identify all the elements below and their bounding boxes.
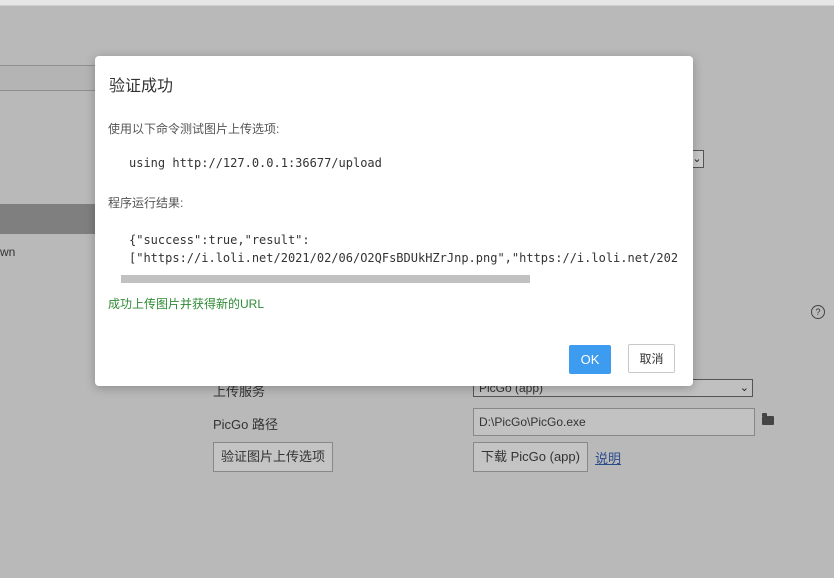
help-link: 说明 (595, 451, 622, 466)
dialog-title: 验证成功 (109, 78, 174, 95)
background-nav-bar (0, 204, 96, 234)
help-icon: ? (811, 305, 825, 319)
result-line: ["https://i.loli.net/2021/02/06/O2QFsBDU… (129, 251, 679, 265)
picgo-path-input: D:\PicGo\PicGo.exe (473, 408, 755, 436)
result-label: 程序运行结果: (108, 196, 184, 210)
download-picgo-button: 下载 PicGo (app) (473, 442, 588, 472)
success-message: 成功上传图片并获得新的URL (108, 297, 265, 311)
cancel-button[interactable]: 取消 (628, 344, 675, 373)
picgo-path-label: PicGo 路径 (213, 417, 279, 432)
ok-button[interactable]: OK (569, 345, 611, 374)
result-line: {"success":true,"result": (129, 233, 310, 247)
top-border (0, 0, 834, 6)
result-output[interactable]: {"success":true,"result": ["https://i.lo… (129, 231, 679, 267)
folder-icon (762, 413, 774, 425)
verify-upload-button: 验证图片上传选项 (213, 442, 333, 472)
chevron-down-icon: ⌄ (739, 382, 749, 394)
test-command: using http://127.0.0.1:36677/upload (129, 156, 382, 170)
scrollbar-thumb[interactable] (121, 275, 530, 283)
dialog-description: 使用以下命令测试图片上传选项: (108, 122, 280, 136)
background-partial-label: wn (0, 245, 16, 259)
verify-success-dialog: 验证成功 使用以下命令测试图片上传选项: using http://127.0.… (95, 56, 693, 386)
background-input-field (0, 65, 100, 91)
horizontal-scrollbar[interactable] (121, 275, 681, 283)
